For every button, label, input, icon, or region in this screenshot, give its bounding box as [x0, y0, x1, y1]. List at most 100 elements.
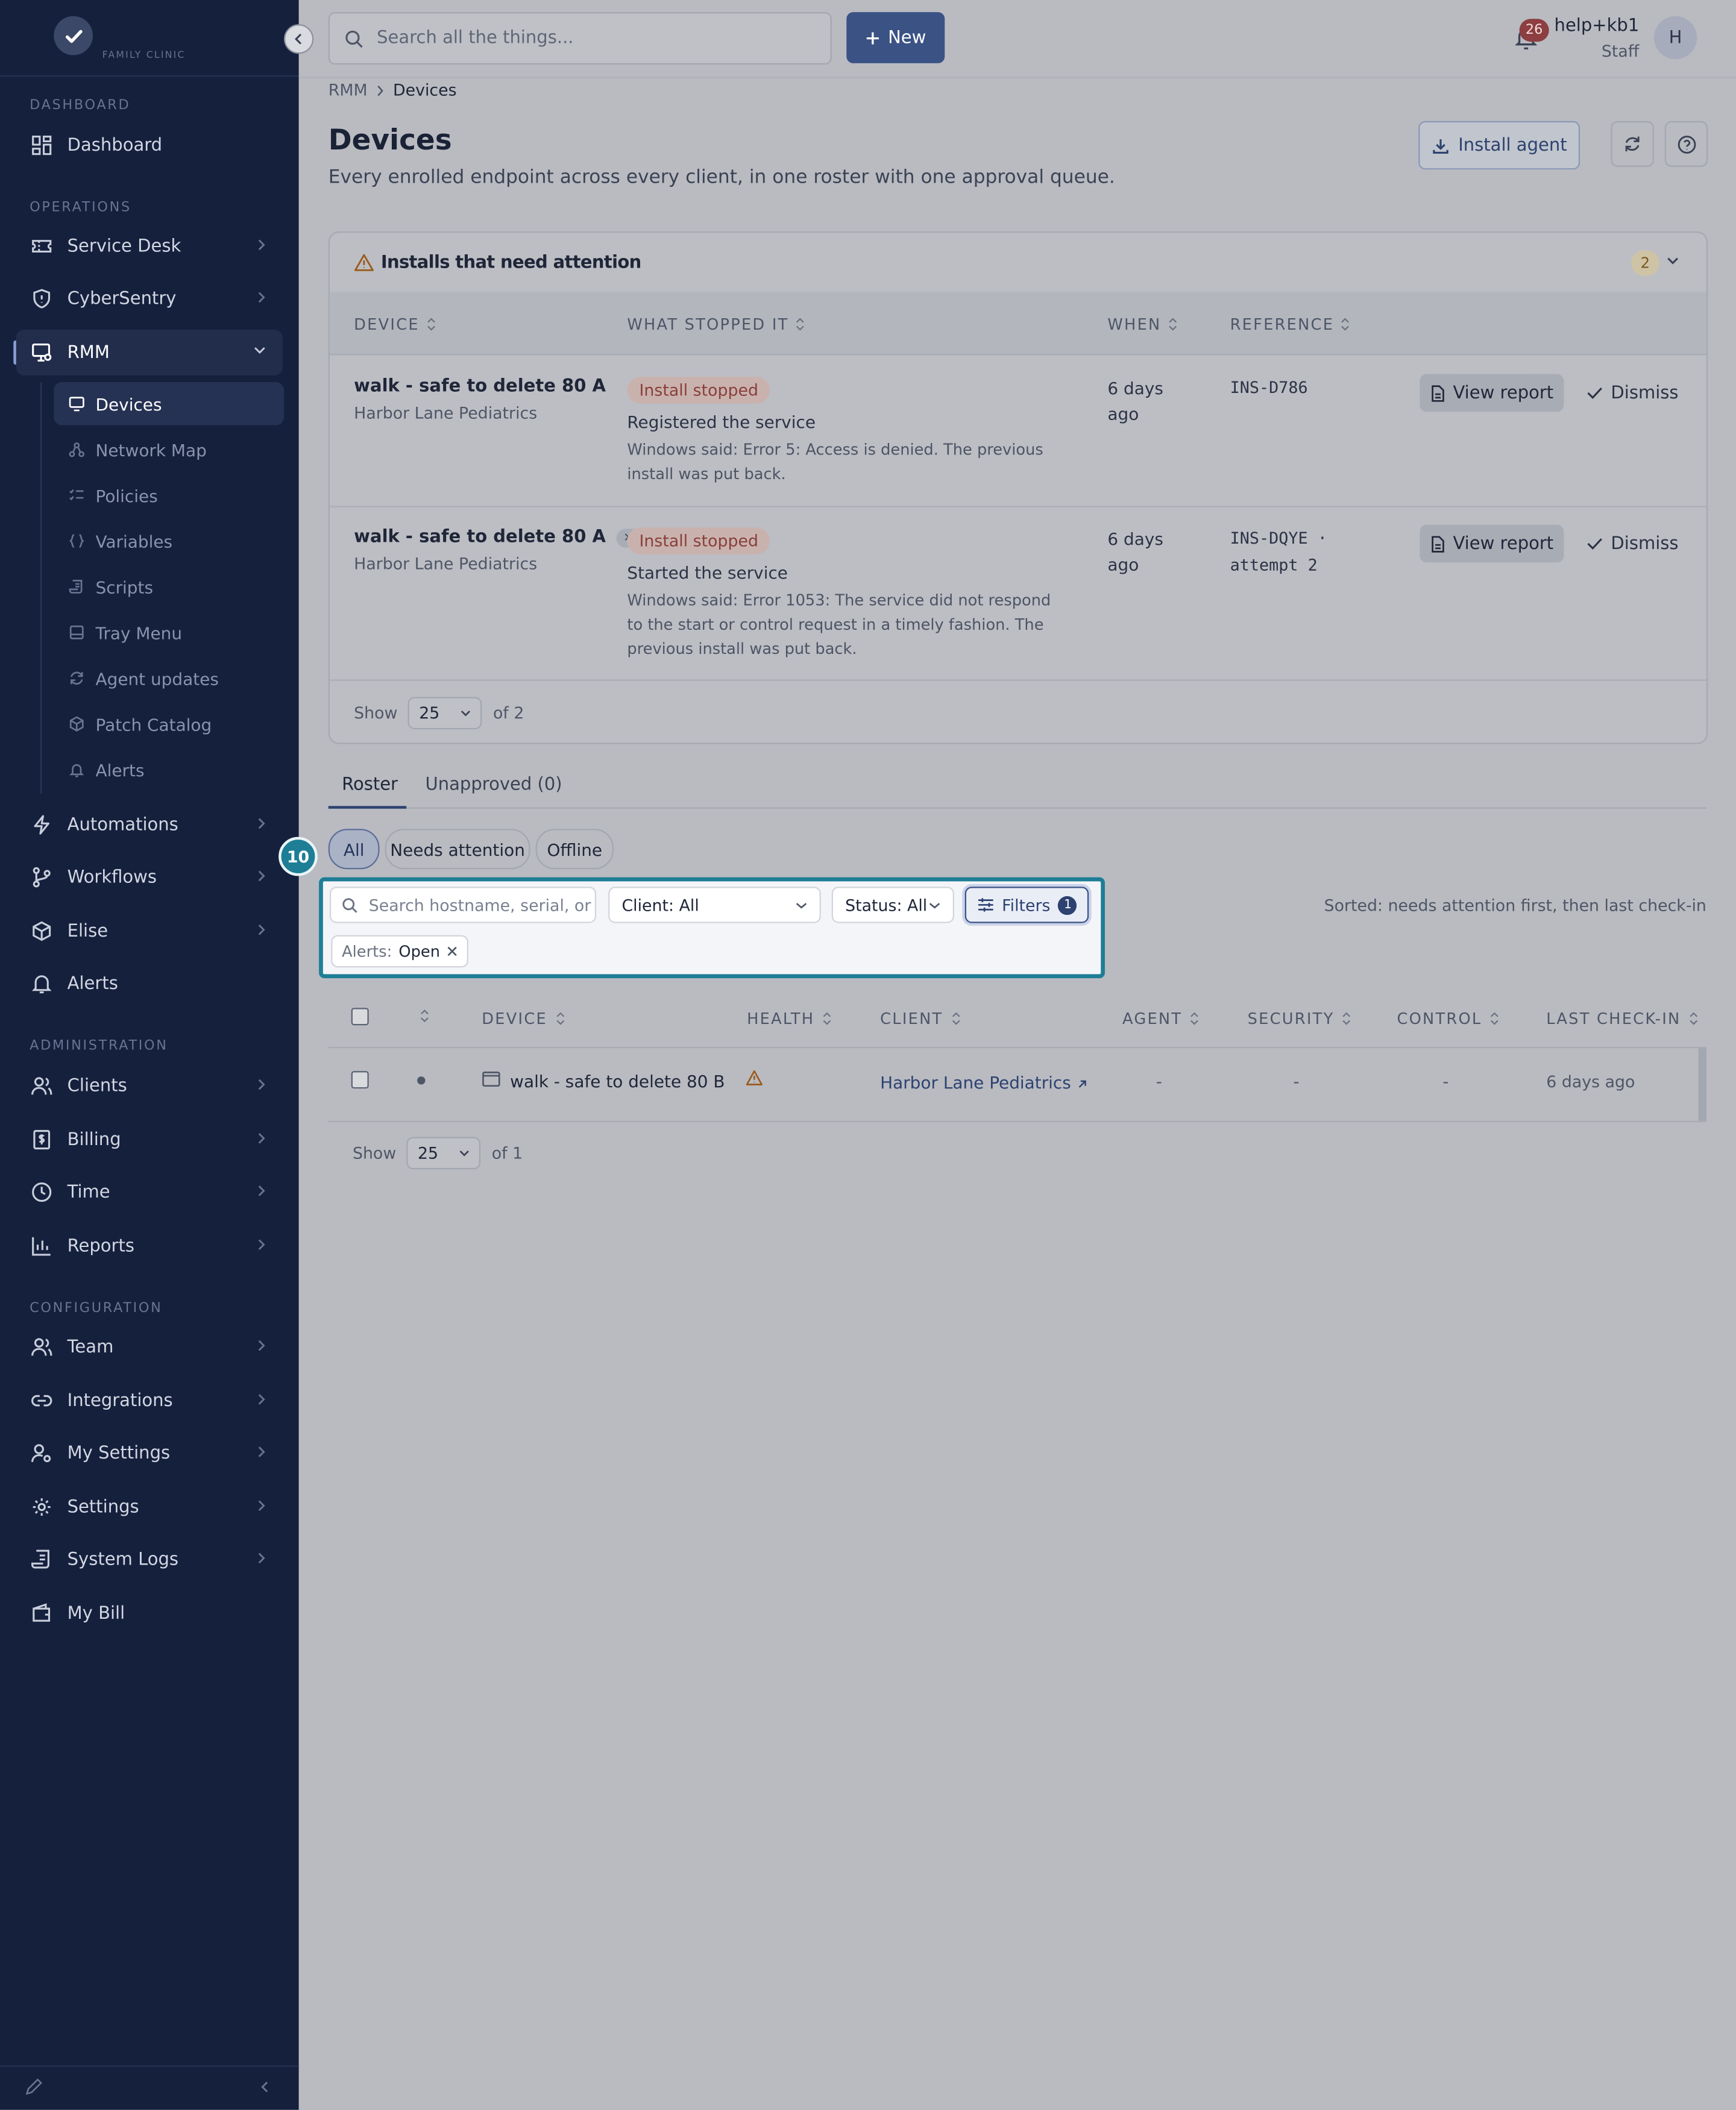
active-filter-chip[interactable]: Alerts: Open [331, 935, 468, 968]
sidebar-item-system-logs[interactable]: System Logs [16, 1537, 283, 1583]
page-size-value: 25 [417, 1143, 439, 1163]
sidebar-footer-divider [0, 2065, 299, 2067]
col-control[interactable]: CONTROL [1397, 1009, 1499, 1028]
sidebar-item-automations[interactable]: Automations [16, 802, 283, 848]
sidebar-subitem-patch-catalog[interactable]: Patch Catalog [54, 702, 284, 745]
sidebar-item-team[interactable]: Team [16, 1324, 283, 1370]
breadcrumb-rmm[interactable]: RMM [329, 81, 368, 99]
bolt-icon [30, 812, 54, 837]
monitor-icon [482, 1071, 500, 1087]
sidebar-item-label: Time [67, 1182, 110, 1202]
sidebar-item-my-settings[interactable]: My Settings [16, 1430, 283, 1476]
sort-icon [1168, 318, 1178, 331]
sort-icon [796, 318, 805, 331]
sidebar-item-integrations[interactable]: Integrations [16, 1378, 283, 1424]
install-agent-button[interactable]: Install agent [1418, 121, 1580, 170]
view-report-button[interactable]: View report [1420, 374, 1564, 412]
device-name[interactable]: walk - safe to delete 80 A×2 [354, 527, 648, 548]
refresh-button[interactable] [1611, 121, 1654, 167]
avatar[interactable]: H [1653, 16, 1697, 60]
col-security[interactable]: SECURITY [1248, 1009, 1352, 1028]
global-search-input[interactable]: Search all the things... [328, 12, 832, 65]
status-select[interactable]: Status: All [831, 887, 954, 923]
filter-chip-needs-attention[interactable]: Needs attention [385, 829, 530, 870]
brand-logo-icon[interactable] [54, 16, 93, 55]
col-when[interactable]: WHEN [1107, 315, 1178, 334]
plus-icon [865, 30, 880, 45]
stopped-detail: Windows said: Error 1053: The service di… [627, 591, 1051, 658]
select-all-checkbox[interactable] [351, 1008, 369, 1026]
filters-button[interactable]: Filters 1 [964, 887, 1089, 923]
filter-chip-offline[interactable]: Offline [535, 829, 614, 870]
tab-roster[interactable]: Roster [342, 775, 398, 795]
roster-client-link[interactable]: Harbor Lane Pediatrics [880, 1072, 1087, 1093]
roster-control: - [1442, 1071, 1449, 1091]
sidebar-item-cybersentry[interactable]: CyberSentry [16, 276, 283, 322]
chevron-down-icon[interactable] [1666, 256, 1679, 266]
attention-header[interactable]: Installs that need attention 2 [329, 233, 1706, 294]
sidebar-item-dashboard[interactable]: Dashboard [16, 122, 283, 168]
sidebar-subitem-tray-menu[interactable]: Tray Menu [54, 611, 284, 654]
package-icon [68, 715, 86, 733]
col-last-check-in[interactable]: LAST CHECK-IN [1546, 1009, 1698, 1028]
tab-unapproved[interactable]: Unapproved (0) [426, 775, 562, 795]
sidebar-item-clients[interactable]: Clients [16, 1063, 283, 1109]
user-name[interactable]: help+kb1 [1555, 16, 1640, 36]
sidebar-item-billing[interactable]: Billing [16, 1117, 283, 1163]
col-agent[interactable]: AGENT [1122, 1009, 1200, 1028]
sidebar-item-service-desk[interactable]: Service Desk [16, 224, 283, 269]
new-button[interactable]: New [846, 12, 945, 63]
close-icon[interactable] [447, 946, 458, 957]
edit-icon[interactable] [24, 2077, 43, 2096]
col-device[interactable]: DEVICE [482, 1009, 565, 1028]
sort-icon[interactable] [420, 1009, 430, 1023]
col-device[interactable]: DEVICE [354, 315, 436, 334]
col-client[interactable]: CLIENT [880, 1009, 960, 1028]
sort-icon [426, 318, 436, 331]
col-reference[interactable]: REFERENCE [1230, 315, 1350, 334]
sidebar-item-elise[interactable]: Elise [16, 908, 283, 954]
sidebar-item-workflows[interactable]: Workflows [16, 855, 283, 900]
sidebar-item-rmm[interactable]: RMM [16, 329, 283, 375]
client-select[interactable]: Client: All [608, 887, 821, 923]
installs-attention-card: Installs that need attention 2 DEVICE WH… [328, 231, 1708, 744]
sort-icon [951, 1012, 961, 1025]
sidebar-item-my-bill[interactable]: My Bill [16, 1590, 283, 1636]
reference: INS-DQYE · attempt 2 [1230, 529, 1327, 575]
dismiss-button[interactable]: Dismiss [1587, 374, 1679, 412]
brand-subtitle: FAMILY CLINIC [102, 49, 186, 61]
help-button[interactable] [1664, 121, 1708, 167]
col-health[interactable]: HEALTH [747, 1009, 832, 1028]
chevron-right-icon [376, 84, 385, 96]
device-name[interactable]: walk - safe to delete 80 A [354, 377, 606, 397]
sidebar-subitem-agent-updates[interactable]: Agent updates [54, 657, 284, 700]
grid-icon [30, 133, 54, 157]
roster-device-name[interactable]: walk - safe to delete 80 B [510, 1071, 725, 1091]
stopped-detail: Windows said: Error 5: Access is denied.… [627, 440, 1043, 483]
sidebar-subitem-variables[interactable]: Variables [54, 520, 284, 562]
sidebar-subitem-alerts[interactable]: Alerts [54, 748, 284, 791]
view-report-button[interactable]: View report [1420, 524, 1564, 563]
sidebar-subitem-network-map[interactable]: Network Map [54, 428, 284, 471]
wallet-icon [30, 1601, 54, 1625]
user-role: Staff [1601, 42, 1640, 61]
sidebar-subitem-policies[interactable]: Policies [54, 474, 284, 517]
roster-search-input[interactable]: Search hostname, serial, or [329, 887, 597, 923]
sidebar-item-time[interactable]: Time [16, 1169, 283, 1215]
sidebar-subitem-devices[interactable]: Devices [54, 382, 285, 425]
sidebar-item-settings[interactable]: Settings [16, 1484, 283, 1530]
sidebar-item-alerts[interactable]: Alerts [16, 961, 283, 1006]
col-what-stopped[interactable]: WHAT STOPPED IT [627, 315, 805, 334]
filter-chip-all[interactable]: All [328, 829, 380, 870]
sidebar-item-label: Integrations [67, 1390, 173, 1411]
row-checkbox[interactable] [351, 1071, 369, 1089]
notifications-count-badge[interactable]: 26 [1519, 19, 1549, 42]
table-scrollbar[interactable] [1698, 1048, 1706, 1121]
collapse-sidebar-icon[interactable] [260, 2080, 271, 2094]
page-size-select[interactable]: 25 [407, 1137, 481, 1170]
link-icon [30, 1389, 54, 1413]
page-size-select[interactable]: 25 [408, 697, 483, 730]
sidebar-subitem-scripts[interactable]: Scripts [54, 565, 284, 608]
sidebar-item-reports[interactable]: Reports [16, 1223, 283, 1269]
dismiss-button[interactable]: Dismiss [1587, 525, 1679, 563]
